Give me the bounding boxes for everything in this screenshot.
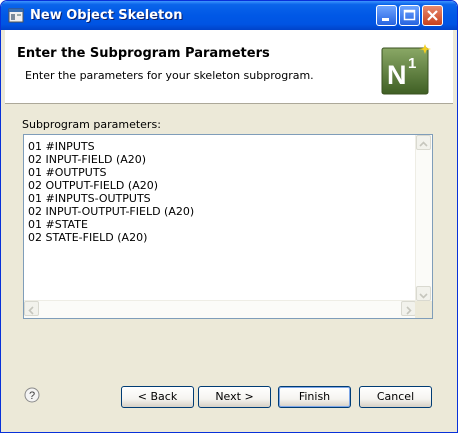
chevron-right-icon [406, 306, 412, 315]
logo-letter: N [387, 60, 407, 90]
window-title: New Object Skeleton [30, 8, 183, 23]
scroll-left-button[interactable] [24, 301, 39, 316]
chevron-up-icon [419, 141, 428, 147]
scroll-down-button[interactable] [416, 286, 431, 301]
page-title: Enter the Subprogram Parameters [17, 46, 270, 61]
horizontal-scrollbar[interactable] [24, 300, 416, 318]
cancel-button[interactable]: Cancel [359, 386, 432, 408]
maximize-button[interactable] [399, 5, 420, 26]
natural-logo-icon: N 1 [381, 44, 431, 95]
wizard-content: Subprogram parameters: 01 #INPUTS 02 INP… [5, 104, 453, 430]
minimize-button[interactable] [376, 5, 397, 26]
vertical-scrollbar[interactable] [415, 135, 432, 301]
page-description: Enter the parameters for your skeleton s… [25, 69, 314, 82]
scroll-up-button[interactable] [416, 135, 431, 150]
params-text[interactable]: 01 #INPUTS 02 INPUT-FIELD (A20) 01 #OUTP… [28, 140, 194, 244]
maximize-icon [403, 9, 416, 21]
help-icon[interactable]: ? [24, 387, 40, 403]
dialog-window: New Object Skeleton Enter the Subprogram… [0, 0, 458, 433]
back-button[interactable]: < Back [121, 386, 194, 408]
params-label: Subprogram parameters: [22, 118, 161, 131]
title-bar[interactable]: New Object Skeleton [1, 1, 457, 30]
scroll-right-button[interactable] [401, 301, 416, 316]
scrollbar-corner [415, 301, 432, 318]
minimize-icon [382, 18, 389, 21]
close-button[interactable] [422, 5, 443, 26]
next-button[interactable]: Next > [198, 386, 271, 408]
finish-button[interactable]: Finish [278, 386, 351, 408]
app-icon [8, 8, 24, 23]
close-icon [427, 10, 438, 21]
logo-superscript: 1 [408, 55, 416, 72]
help-glyph: ? [29, 390, 35, 402]
wizard-header: Enter the Subprogram Parameters Enter th… [5, 30, 453, 104]
chevron-left-icon [28, 306, 34, 315]
params-textarea[interactable]: 01 #INPUTS 02 INPUT-FIELD (A20) 01 #OUTP… [23, 134, 433, 319]
